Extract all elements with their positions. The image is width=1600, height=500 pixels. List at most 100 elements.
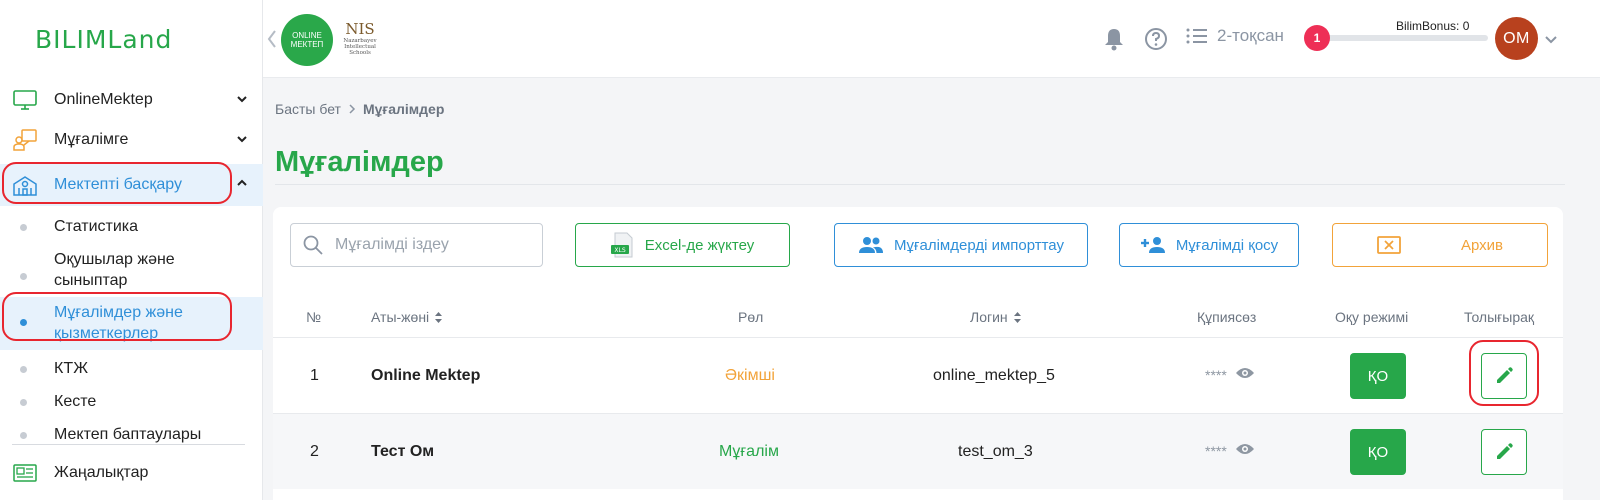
logo-text: BILIMLand bbox=[35, 24, 173, 54]
breadcrumb: Басты бет Мұғалімдер bbox=[275, 101, 444, 117]
password-field: **** bbox=[1205, 366, 1255, 383]
school-building-icon bbox=[12, 174, 38, 196]
title-divider bbox=[275, 184, 1565, 185]
pencil-icon bbox=[1497, 443, 1513, 459]
teacher-role: Мұғалім bbox=[719, 443, 779, 460]
nis-subtitle: Schools bbox=[349, 50, 371, 56]
online-mektep-logo[interactable]: ONLINE МЕКТЕП bbox=[281, 14, 333, 66]
collapse-sidebar-button[interactable] bbox=[262, 22, 282, 56]
eye-icon[interactable] bbox=[1235, 366, 1255, 383]
edit-button[interactable] bbox=[1481, 353, 1527, 399]
table-row: 1 Online Mektep Әкімші online_mektep_5 *… bbox=[273, 337, 1563, 413]
teacher-role: Әкімші bbox=[725, 367, 775, 384]
sidebar-subitem-schedule[interactable]: Кесте bbox=[0, 385, 263, 418]
teacher-board-icon bbox=[12, 129, 38, 151]
bullet-icon bbox=[20, 224, 27, 231]
chevron-down-icon[interactable] bbox=[1544, 32, 1558, 51]
help-icon[interactable] bbox=[1144, 27, 1168, 56]
school-management-submenu: Статистика Оқушылар және сыныптар Мұғалі… bbox=[0, 208, 263, 451]
bullet-icon bbox=[20, 432, 27, 439]
col-header-label: Логин bbox=[970, 309, 1008, 325]
sidebar-subitem-students-classes[interactable]: Оқушылар және сыныптар bbox=[0, 243, 263, 297]
logo-line: ONLINE bbox=[292, 31, 322, 40]
col-header-number: № bbox=[306, 309, 322, 325]
excel-download-button[interactable]: XLS Excel-де жүктеу bbox=[575, 223, 790, 267]
chevron-down-icon bbox=[235, 132, 249, 146]
password-mask: **** bbox=[1205, 442, 1227, 459]
sidebar-item-label: OnlineMektep bbox=[54, 91, 153, 108]
top-bar: ONLINE МЕКТЕП NIS Nazarbayev Intellectua… bbox=[263, 0, 1600, 78]
sidebar-nav: OnlineMektep Мұғалімге Мектепті басқару … bbox=[0, 80, 263, 451]
sidebar-item-label: Жаңалықтар bbox=[54, 464, 149, 481]
col-header-login[interactable]: Логин bbox=[970, 309, 1022, 325]
learning-mode-button[interactable]: ҚО bbox=[1350, 429, 1406, 475]
search-box[interactable] bbox=[290, 223, 543, 267]
bilimland-logo[interactable]: BILIMLand bbox=[0, 0, 262, 78]
nis-logo[interactable]: NIS Nazarbayev Intellectual Schools bbox=[335, 14, 385, 66]
search-icon bbox=[303, 235, 323, 255]
import-teachers-button[interactable]: Мұғалімдерді импорттау bbox=[834, 223, 1088, 267]
xls-icon-text: XLS bbox=[614, 247, 625, 254]
teacher-login: online_mektep_5 bbox=[933, 367, 1055, 384]
logo-line: МЕКТЕП bbox=[290, 40, 324, 49]
row-number: 2 bbox=[310, 443, 319, 460]
eye-icon[interactable] bbox=[1235, 442, 1255, 459]
sidebar-subitem-label: Кесте bbox=[54, 393, 97, 410]
sidebar-item-label: Мектепті басқару bbox=[54, 176, 182, 193]
sidebar-item-teacher[interactable]: Мұғалімге bbox=[0, 120, 263, 160]
list-icon bbox=[1186, 28, 1207, 44]
sidebar-item-news[interactable]: Жаңалықтар bbox=[0, 453, 263, 493]
bell-icon[interactable] bbox=[1103, 27, 1125, 56]
page-title: Мұғалімдер bbox=[275, 146, 444, 178]
row-number: 1 bbox=[310, 367, 319, 384]
col-header-mode: Оқу режимі bbox=[1335, 309, 1409, 325]
password-mask: **** bbox=[1205, 366, 1227, 383]
archive-label: Архив bbox=[1460, 236, 1504, 254]
bullet-icon bbox=[20, 399, 27, 406]
sidebar-subitem-statistics[interactable]: Статистика bbox=[0, 208, 263, 243]
sidebar-item-school-management[interactable]: Мектепті басқару bbox=[0, 164, 263, 206]
breadcrumb-home-link[interactable]: Басты бет bbox=[275, 101, 341, 117]
sidebar: BILIMLand OnlineMektep Мұғалімге Мектепт… bbox=[0, 0, 263, 500]
bullet-icon bbox=[20, 319, 27, 326]
quarter-label: 2-тоқсан bbox=[1217, 26, 1284, 45]
add-teacher-label: Мұғалімді қосу bbox=[1175, 236, 1279, 254]
add-user-icon bbox=[1140, 236, 1166, 254]
sidebar-subitem-teachers-staff[interactable]: Мұғалімдер және қызметкерлер bbox=[0, 297, 263, 350]
chevron-up-icon bbox=[235, 176, 249, 190]
sidebar-subitem-label: Статистика bbox=[54, 218, 139, 235]
chevron-down-icon bbox=[235, 92, 249, 106]
sidebar-item-onlinemektep[interactable]: OnlineMektep bbox=[0, 80, 263, 120]
col-header-role: Рөл bbox=[738, 309, 764, 325]
sidebar-subitem-ktzh[interactable]: КТЖ bbox=[0, 350, 263, 385]
xls-file-icon: XLS bbox=[610, 232, 635, 258]
teacher-name: Тест Ом bbox=[371, 443, 435, 460]
chevron-right-icon bbox=[347, 103, 357, 115]
edit-button[interactable] bbox=[1481, 429, 1527, 475]
col-header-name[interactable]: Аты-жөні bbox=[371, 309, 443, 325]
archive-x-icon bbox=[1377, 236, 1401, 254]
sort-icon bbox=[1013, 311, 1022, 324]
bilimbonus-label: BilimBonus: 0 bbox=[1396, 19, 1470, 33]
bonus-level-badge: 1 bbox=[1304, 25, 1330, 51]
bilimbonus-progress bbox=[1318, 35, 1488, 41]
monitor-icon bbox=[12, 89, 38, 111]
import-teachers-label: Мұғалімдерді импорттау bbox=[894, 236, 1064, 254]
search-input[interactable] bbox=[335, 236, 535, 254]
sidebar-subitem-label: КТЖ bbox=[54, 360, 89, 377]
col-header-label: Аты-жөні bbox=[371, 309, 430, 325]
newspaper-icon bbox=[12, 462, 38, 484]
sort-icon bbox=[434, 311, 443, 324]
col-header-more: Толығырақ bbox=[1464, 309, 1535, 325]
pencil-icon bbox=[1497, 367, 1513, 383]
add-teacher-button[interactable]: Мұғалімді қосу bbox=[1119, 223, 1299, 267]
learning-mode-button[interactable]: ҚО bbox=[1350, 353, 1406, 399]
breadcrumb-current: Мұғалімдер bbox=[362, 101, 445, 117]
avatar[interactable]: OM bbox=[1495, 17, 1538, 60]
sidebar-subitem-label: Мұғалімдер және қызметкерлер bbox=[54, 304, 183, 342]
password-field: **** bbox=[1205, 442, 1255, 459]
archive-button[interactable]: Архив bbox=[1332, 223, 1548, 267]
quarter-selector[interactable]: 2-тоқсан bbox=[1185, 26, 1284, 46]
sidebar-subitem-school-settings[interactable]: Мектеп баптаулары bbox=[0, 418, 263, 451]
excel-download-label: Excel-де жүктеу bbox=[644, 236, 755, 254]
